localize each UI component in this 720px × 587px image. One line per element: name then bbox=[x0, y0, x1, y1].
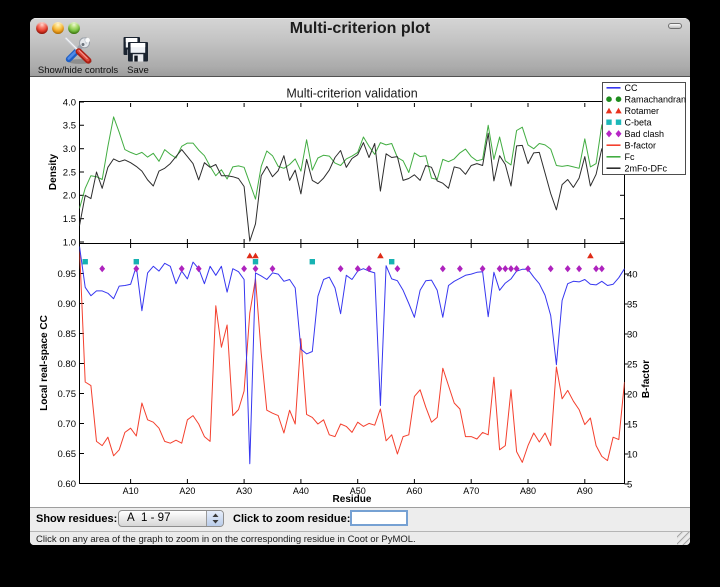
svg-text:0.80: 0.80 bbox=[58, 359, 77, 370]
svg-text:15: 15 bbox=[627, 419, 638, 430]
svg-text:40: 40 bbox=[627, 269, 638, 280]
svg-text:3.0: 3.0 bbox=[63, 144, 76, 155]
svg-text:Local real-space CC: Local real-space CC bbox=[39, 315, 50, 411]
svg-text:5: 5 bbox=[627, 479, 632, 490]
svg-text:30: 30 bbox=[627, 329, 638, 340]
svg-text:B-factor: B-factor bbox=[625, 141, 657, 151]
svg-text:Multi-criterion validation: Multi-criterion validation bbox=[286, 87, 417, 101]
svg-text:A70: A70 bbox=[463, 486, 479, 496]
svg-text:10: 10 bbox=[627, 449, 638, 460]
svg-text:0.90: 0.90 bbox=[58, 299, 77, 310]
svg-text:A40: A40 bbox=[293, 486, 309, 496]
svg-text:CC: CC bbox=[625, 83, 638, 93]
svg-text:A90: A90 bbox=[577, 486, 593, 496]
svg-text:A80: A80 bbox=[520, 486, 536, 496]
svg-text:Density: Density bbox=[48, 154, 59, 191]
svg-text:A20: A20 bbox=[179, 486, 195, 496]
svg-text:2.0: 2.0 bbox=[63, 191, 76, 202]
svg-text:0.85: 0.85 bbox=[58, 329, 77, 340]
svg-text:20: 20 bbox=[627, 389, 638, 400]
svg-text:3.5: 3.5 bbox=[63, 121, 76, 132]
svg-text:Fc: Fc bbox=[625, 152, 635, 162]
svg-text:C-beta: C-beta bbox=[625, 118, 652, 128]
svg-text:B-factor: B-factor bbox=[641, 360, 652, 398]
svg-text:Bad clash: Bad clash bbox=[625, 129, 665, 139]
svg-text:4.0: 4.0 bbox=[63, 97, 76, 108]
svg-text:0.95: 0.95 bbox=[58, 269, 77, 280]
svg-text:35: 35 bbox=[627, 299, 638, 310]
svg-text:Rotamer: Rotamer bbox=[625, 106, 660, 116]
svg-text:Residue: Residue bbox=[333, 494, 372, 505]
svg-text:0.70: 0.70 bbox=[58, 419, 77, 430]
svg-text:A10: A10 bbox=[123, 486, 139, 496]
svg-text:2.5: 2.5 bbox=[63, 167, 76, 178]
svg-text:1.5: 1.5 bbox=[63, 214, 76, 225]
svg-text:0.60: 0.60 bbox=[58, 479, 77, 490]
svg-text:2mFo-DFc: 2mFo-DFc bbox=[625, 164, 668, 174]
svg-text:0.65: 0.65 bbox=[58, 449, 77, 460]
svg-text:A30: A30 bbox=[236, 486, 252, 496]
svg-text:1.0: 1.0 bbox=[63, 237, 76, 248]
svg-text:25: 25 bbox=[627, 359, 638, 370]
svg-text:A60: A60 bbox=[406, 486, 422, 496]
svg-text:Ramachandran: Ramachandran bbox=[625, 95, 687, 105]
svg-text:0.75: 0.75 bbox=[58, 389, 77, 400]
